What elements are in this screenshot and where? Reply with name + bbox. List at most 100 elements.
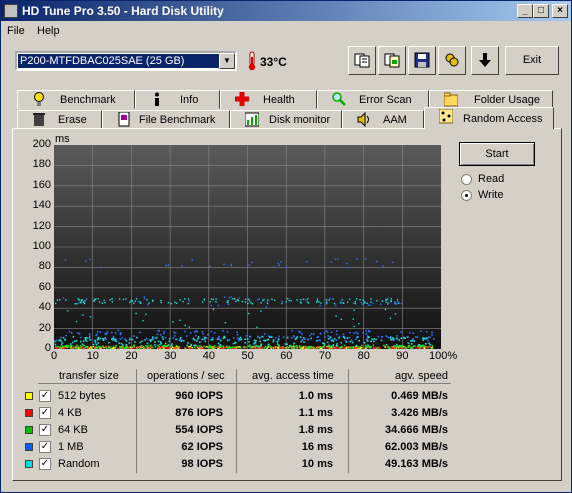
- data-point: [67, 346, 70, 348]
- data-point: [167, 344, 170, 346]
- speed-value: 0.469 MB/s: [391, 390, 448, 402]
- data-point: [352, 346, 355, 348]
- data-point: [350, 339, 353, 342]
- series-checkbox[interactable]: ✓: [39, 458, 51, 470]
- data-point: [300, 340, 302, 343]
- options-button[interactable]: [438, 46, 466, 75]
- data-point: [61, 345, 64, 348]
- data-point: [335, 333, 338, 336]
- data-point: [249, 346, 252, 349]
- maximize-button[interactable]: □: [533, 4, 549, 18]
- tab-disk-monitor[interactable]: Disk monitor: [230, 110, 342, 129]
- data-point: [360, 346, 363, 349]
- data-point: [390, 298, 393, 300]
- data-point: [143, 297, 146, 300]
- data-point: [384, 308, 387, 311]
- data-point: [366, 302, 368, 304]
- menu-file[interactable]: File: [7, 25, 25, 37]
- exit-button[interactable]: Exit: [505, 46, 559, 75]
- write-radio-label: Write: [478, 189, 504, 201]
- data-point: [385, 299, 388, 301]
- tab-erase[interactable]: Erase: [17, 110, 102, 129]
- title-bar[interactable]: HD Tune Pro 3.50 - Hard Disk Utility _ □…: [1, 1, 571, 21]
- copy-info-button[interactable]: [348, 46, 376, 75]
- close-button[interactable]: ×: [552, 4, 568, 18]
- data-point: [400, 302, 403, 305]
- transfer-size: 1 MB: [58, 441, 84, 453]
- data-point: [77, 332, 79, 334]
- data-point: [306, 301, 309, 303]
- series-checkbox[interactable]: ✓: [39, 424, 51, 436]
- data-point: [167, 301, 170, 304]
- data-point: [370, 340, 372, 343]
- save-button[interactable]: [408, 46, 436, 75]
- data-point: [124, 347, 127, 349]
- series-checkbox[interactable]: ✓: [39, 441, 51, 453]
- x-tick-label: 30: [164, 350, 177, 362]
- data-point: [137, 301, 140, 303]
- transfer-size: 512 bytes: [58, 390, 106, 402]
- tab-health[interactable]: Health: [220, 90, 317, 109]
- data-point: [335, 347, 338, 349]
- data-point: [157, 330, 160, 332]
- tab-info[interactable]: Info: [135, 90, 220, 109]
- data-point: [417, 344, 420, 346]
- data-point: [359, 298, 361, 301]
- data-point: [233, 298, 236, 300]
- data-point: [272, 339, 275, 341]
- data-point: [305, 260, 308, 263]
- x-tick-label: 20: [125, 350, 138, 362]
- copy-screen-button[interactable]: [378, 46, 406, 75]
- data-point: [125, 343, 128, 346]
- tab-error-scan[interactable]: Error Scan: [317, 90, 429, 109]
- x-tick-label: 10: [86, 350, 99, 362]
- series-checkbox[interactable]: ✓: [39, 407, 51, 419]
- data-point: [415, 336, 417, 338]
- data-point: [354, 302, 357, 305]
- menu-help[interactable]: Help: [37, 25, 60, 37]
- tab-file-benchmark[interactable]: File Benchmark: [102, 110, 230, 129]
- data-point: [293, 347, 296, 349]
- data-point: [284, 343, 287, 345]
- data-point: [171, 343, 173, 345]
- data-point: [302, 337, 305, 339]
- data-point: [209, 301, 211, 303]
- data-point: [247, 298, 250, 300]
- tab-random-access[interactable]: Random Access: [424, 107, 554, 129]
- data-point: [318, 339, 320, 342]
- data-point: [175, 344, 178, 347]
- data-point: [377, 335, 380, 338]
- data-point: [253, 342, 255, 345]
- data-point: [110, 331, 113, 334]
- data-point: [159, 346, 162, 349]
- data-point: [387, 302, 389, 304]
- data-point: [328, 344, 330, 347]
- data-point: [210, 339, 213, 341]
- data-point: [365, 346, 367, 349]
- data-point: [222, 330, 224, 332]
- data-point: [363, 300, 366, 303]
- data-point: [175, 338, 177, 341]
- start-button[interactable]: Start: [459, 142, 535, 166]
- data-point: [103, 346, 105, 349]
- chevron-down-icon[interactable]: ▼: [219, 53, 235, 69]
- drive-select[interactable]: P200-MTFDBAC025SAE (25 GB) ▼: [15, 51, 237, 71]
- data-point: [269, 345, 271, 348]
- data-point: [357, 346, 360, 349]
- data-point: [187, 298, 190, 300]
- data-point: [186, 344, 189, 347]
- download-button[interactable]: [471, 46, 499, 75]
- write-radio[interactable]: [461, 190, 472, 201]
- tab-aam[interactable]: AAM: [342, 110, 424, 129]
- series-checkbox[interactable]: ✓: [39, 390, 51, 402]
- tab-benchmark[interactable]: Benchmark: [17, 90, 135, 109]
- data-point: [373, 338, 375, 340]
- data-point: [131, 346, 133, 348]
- minimize-button[interactable]: _: [517, 4, 533, 18]
- data-point: [155, 336, 158, 339]
- read-radio[interactable]: [461, 174, 472, 185]
- data-point: [245, 335, 248, 337]
- data-point: [222, 347, 224, 349]
- data-point: [256, 326, 258, 328]
- data-point: [59, 339, 61, 341]
